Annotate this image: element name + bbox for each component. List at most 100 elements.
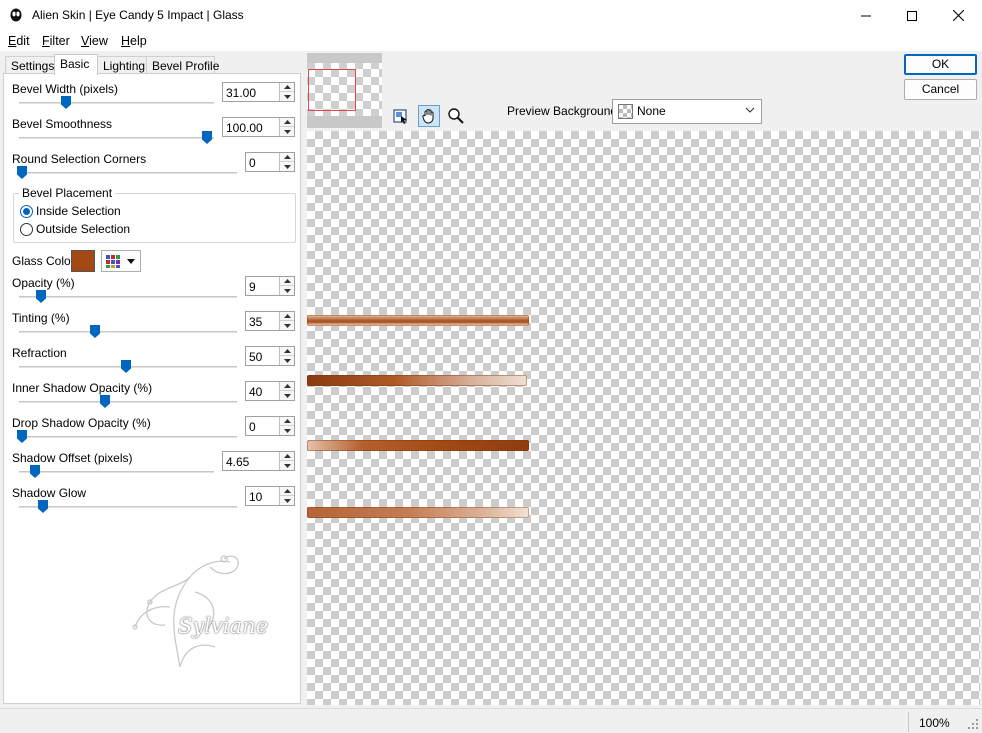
- inside-selection-radio[interactable]: [20, 205, 33, 218]
- minimize-button[interactable]: [843, 0, 889, 31]
- decrement-arrow-icon[interactable]: [280, 286, 294, 295]
- resize-grip-icon[interactable]: [967, 718, 979, 730]
- opacity-label: Opacity (%): [12, 276, 75, 290]
- decrement-arrow-icon[interactable]: [280, 92, 294, 101]
- increment-arrow-icon[interactable]: [280, 382, 294, 391]
- preview-background-select[interactable]: None: [612, 99, 762, 124]
- menu-help[interactable]: Help: [121, 34, 147, 48]
- decrement-arrow-icon[interactable]: [280, 496, 294, 505]
- opacity-slider-track[interactable]: [19, 296, 237, 298]
- decrement-arrow-icon[interactable]: [280, 162, 294, 171]
- opacity-value[interactable]: 9: [249, 280, 256, 294]
- zoom-tool-button[interactable]: [445, 105, 467, 127]
- increment-arrow-icon[interactable]: [280, 452, 294, 461]
- color-palette-dropdown[interactable]: [101, 250, 141, 272]
- increment-arrow-icon[interactable]: [280, 487, 294, 496]
- cancel-button[interactable]: Cancel: [904, 79, 977, 100]
- inner-shadow-slider-thumb[interactable]: [100, 395, 111, 408]
- bevel-smoothness-value[interactable]: 100.00: [226, 121, 263, 135]
- shadow-glow-spinbox[interactable]: 10: [245, 486, 295, 506]
- bevel-smoothness-slider-track[interactable]: [19, 137, 214, 139]
- round-corners-spinbox[interactable]: 0: [245, 152, 295, 172]
- opacity-slider-thumb[interactable]: [35, 290, 46, 303]
- navigate-preview-button[interactable]: [390, 105, 412, 127]
- watermark-signature: Sylviane: [178, 614, 269, 638]
- inner-shadow-slider-track[interactable]: [19, 401, 237, 403]
- drop-shadow-opacity-label: Drop Shadow Opacity (%): [12, 416, 151, 430]
- bevel-width-value[interactable]: 31.00: [226, 86, 256, 100]
- opacity-spinbox[interactable]: 9: [245, 276, 295, 296]
- close-window-button[interactable]: [935, 0, 981, 31]
- decrement-arrow-icon[interactable]: [280, 461, 294, 470]
- preview-canvas[interactable]: [307, 131, 980, 705]
- inner-shadow-spinbox[interactable]: 40: [245, 381, 295, 401]
- bevel-placement-title: Bevel Placement: [19, 186, 116, 200]
- refraction-slider-thumb[interactable]: [121, 360, 131, 373]
- tinting-slider-thumb[interactable]: [89, 325, 100, 338]
- decrement-arrow-icon[interactable]: [280, 426, 294, 435]
- glass-color-swatch[interactable]: [71, 250, 95, 272]
- increment-arrow-icon[interactable]: [280, 118, 294, 127]
- refraction-value[interactable]: 50: [249, 350, 262, 364]
- menu-view[interactable]: View: [81, 34, 108, 48]
- tab-bevel-profile[interactable]: Bevel Profile: [146, 56, 219, 74]
- bevel-width-slider-track[interactable]: [19, 102, 214, 104]
- increment-arrow-icon[interactable]: [280, 417, 294, 426]
- decrement-arrow-icon[interactable]: [280, 391, 294, 400]
- preview-viewport-rectangle[interactable]: [308, 69, 356, 111]
- tab-settings[interactable]: Settings: [5, 56, 55, 74]
- maximize-button[interactable]: [889, 0, 935, 31]
- increment-arrow-icon[interactable]: [280, 83, 294, 92]
- tinting-slider-track[interactable]: [19, 331, 237, 333]
- bevel-smoothness-spinbox[interactable]: 100.00: [222, 117, 295, 137]
- bevel-width-slider-thumb[interactable]: [61, 96, 72, 109]
- shadow-offset-slider-track[interactable]: [19, 471, 214, 473]
- shadow-glow-slider-track[interactable]: [19, 506, 237, 508]
- inner-shadow-value[interactable]: 40: [249, 385, 262, 399]
- zoom-icon: [448, 108, 464, 124]
- drop-shadow-slider-track[interactable]: [19, 436, 237, 438]
- shadow-glow-value[interactable]: 10: [249, 490, 262, 504]
- pan-tool-button[interactable]: [418, 105, 440, 127]
- alien-skin-app-icon[interactable]: [9, 8, 23, 22]
- menu-edit[interactable]: Edit: [8, 34, 30, 48]
- increment-arrow-icon[interactable]: [280, 277, 294, 286]
- increment-arrow-icon[interactable]: [280, 347, 294, 356]
- round-corners-slider-track[interactable]: [19, 172, 237, 174]
- round-corners-value[interactable]: 0: [249, 156, 256, 170]
- menu-filter[interactable]: Filter: [42, 34, 70, 48]
- navigate-preview-icon: [393, 109, 407, 124]
- shadow-offset-value[interactable]: 4.65: [226, 455, 249, 469]
- increment-arrow-icon[interactable]: [280, 153, 294, 162]
- tab-lighting[interactable]: Lighting: [97, 56, 147, 74]
- outside-selection-label[interactable]: Outside Selection: [36, 222, 130, 236]
- shadow-offset-label: Shadow Offset (pixels): [12, 451, 133, 465]
- tinting-value[interactable]: 35: [249, 315, 262, 329]
- inside-selection-label[interactable]: Inside Selection: [36, 204, 121, 218]
- glass-bar-4: [307, 507, 529, 518]
- decrement-arrow-icon[interactable]: [280, 127, 294, 136]
- bevel-width-spinbox[interactable]: 31.00: [222, 82, 295, 102]
- round-corners-label: Round Selection Corners: [12, 152, 147, 166]
- watermark-flourish-logo: [132, 555, 239, 668]
- outside-selection-radio[interactable]: [20, 223, 33, 236]
- status-bar: 100%: [0, 708, 982, 733]
- glass-bar-1: [307, 315, 529, 326]
- preview-navigator-thumbnail[interactable]: [307, 53, 382, 128]
- chevron-down-icon: [745, 107, 755, 113]
- refraction-spinbox[interactable]: 50: [245, 346, 295, 366]
- shadow-offset-slider-thumb[interactable]: [29, 465, 40, 478]
- decrement-arrow-icon[interactable]: [280, 356, 294, 365]
- tinting-spinbox[interactable]: 35: [245, 311, 295, 331]
- round-corners-slider-thumb[interactable]: [17, 166, 27, 179]
- shadow-offset-spinbox[interactable]: 4.65: [222, 451, 295, 471]
- bevel-smoothness-slider-thumb[interactable]: [202, 131, 212, 144]
- drop-shadow-slider-thumb[interactable]: [17, 430, 27, 443]
- increment-arrow-icon[interactable]: [280, 312, 294, 321]
- drop-shadow-spinbox[interactable]: 0: [245, 416, 295, 436]
- ok-button[interactable]: OK: [904, 54, 977, 75]
- decrement-arrow-icon[interactable]: [280, 321, 294, 330]
- shadow-glow-slider-thumb[interactable]: [37, 500, 48, 513]
- tab-basic[interactable]: Basic: [54, 54, 98, 75]
- drop-shadow-value[interactable]: 0: [249, 420, 256, 434]
